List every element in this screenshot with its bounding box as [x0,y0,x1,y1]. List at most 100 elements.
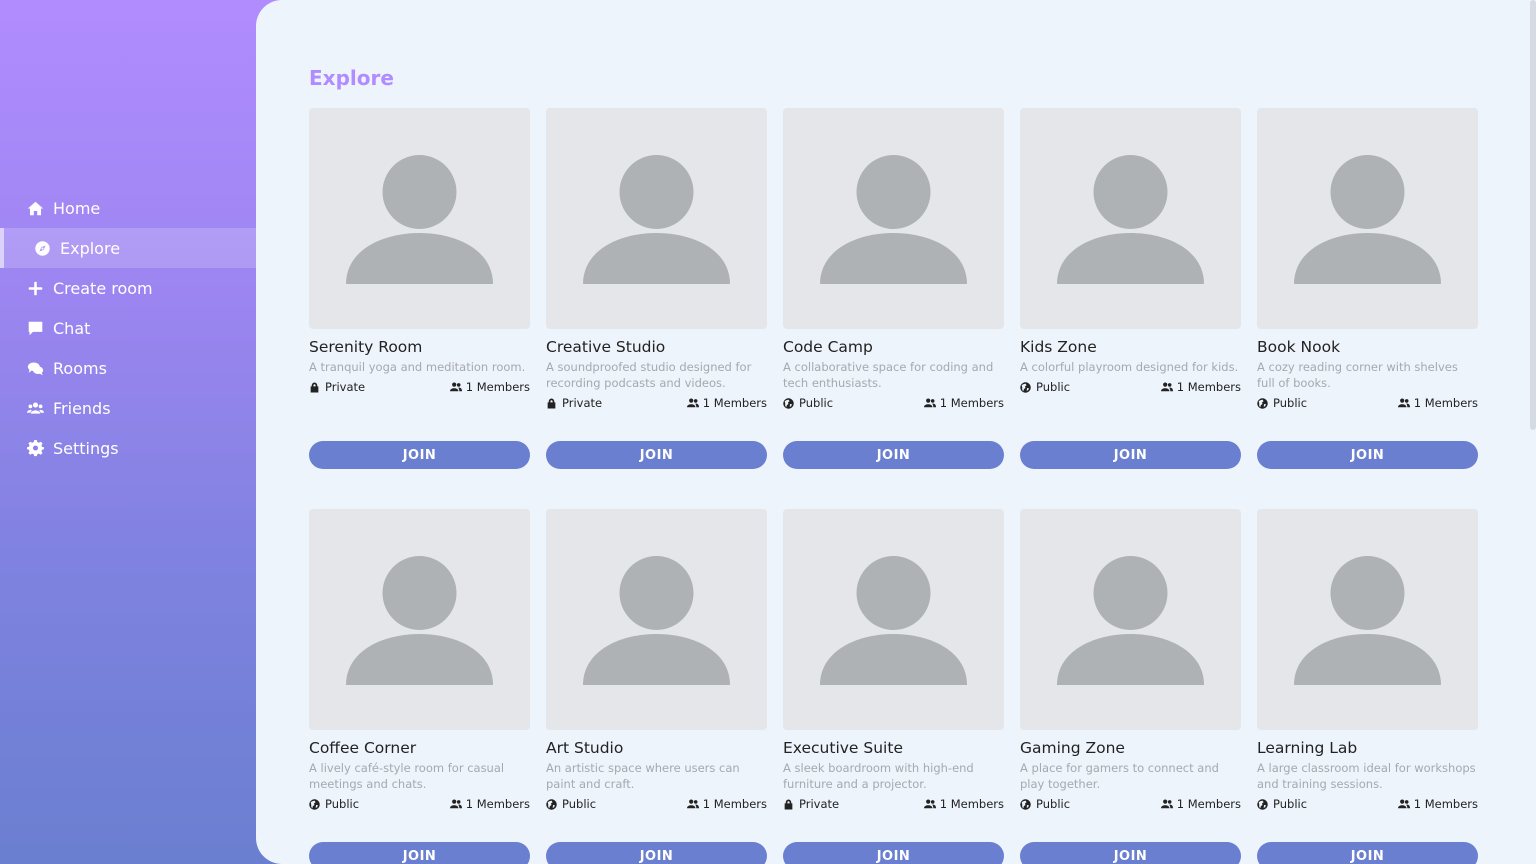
users-icon [1160,382,1173,392]
privacy-label: Public [1036,797,1071,811]
room-members: 1 Members [1397,797,1478,811]
members-count: 1 Members [1413,396,1478,410]
room-name: Executive Suite [783,739,903,757]
room-description: An artistic space where users can paint … [546,761,740,791]
members-count: 1 Members [1176,797,1241,811]
sidebar-item-label: Create room [53,278,153,298]
privacy-label: Public [562,797,597,811]
room-name: Kids Zone [1020,338,1097,356]
sidebar-item-explore[interactable]: Explore [0,228,256,268]
privacy-label: Public [1273,396,1308,410]
users-icon [1397,398,1410,408]
room-description: A soundproofed studio designed for recor… [546,360,752,390]
room-avatar [546,108,767,329]
join-button[interactable]: JOIN [309,441,530,469]
scrollbar[interactable] [1530,0,1536,430]
sidebar-item-label: Settings [53,438,119,458]
home-icon [26,199,44,217]
lock-icon [310,382,319,392]
room-meta: Public 1 Members [309,796,530,812]
users-icon [686,398,699,408]
sidebar-item-friends[interactable]: Friends [0,388,256,428]
room-card-art-studio: Art Studio An artistic space where users… [546,509,767,864]
room-members: 1 Members [1160,380,1241,394]
room-card-coffee-corner: Coffee Corner A lively café-style room f… [309,509,530,864]
room-description: A collaborative space for coding and tec… [783,360,994,390]
sidebar-nav: Home Explore Create room Chat Rooms Frie… [0,188,256,468]
room-name: Serenity Room [309,338,423,356]
room-card-learning-lab: Learning Lab A large classroom ideal for… [1257,509,1478,864]
room-name: Gaming Zone [1020,739,1125,757]
compass-icon [33,239,51,257]
room-members: 1 Members [923,396,1004,410]
sidebar-item-create-room[interactable]: Create room [0,268,256,308]
room-meta: Public 1 Members [1020,796,1241,812]
join-button[interactable]: JOIN [546,842,767,864]
globe-icon [309,798,320,810]
join-button[interactable]: JOIN [783,842,1004,864]
room-avatar [1020,509,1241,730]
comments-icon [26,359,44,377]
room-members: 1 Members [449,797,530,811]
user-placeholder-icon [1294,155,1441,284]
room-description: A sleek boardroom with high-end furnitur… [783,761,974,791]
room-grid: Serenity Room A tranquil yoga and medita… [309,108,1478,864]
users-icon [449,382,462,392]
sidebar-item-home[interactable]: Home [0,188,256,228]
members-count: 1 Members [1176,380,1241,394]
room-privacy: Public [783,396,833,410]
user-placeholder-icon [820,155,967,284]
sidebar-item-settings[interactable]: Settings [0,428,256,468]
users-icon [1397,799,1410,809]
room-card-creative-studio: Creative Studio A soundproofed studio de… [546,108,767,469]
members-count: 1 Members [702,396,767,410]
members-count: 1 Members [702,797,767,811]
room-description: A place for gamers to connect and play t… [1020,761,1219,791]
room-meta: Private 1 Members [309,379,530,395]
room-meta: Public 1 Members [546,796,767,812]
members-count: 1 Members [1413,797,1478,811]
sidebar: Home Explore Create room Chat Rooms Frie… [0,0,256,864]
room-members: 1 Members [449,380,530,394]
join-button[interactable]: JOIN [1257,842,1478,864]
join-button[interactable]: JOIN [783,441,1004,469]
room-avatar [783,108,1004,329]
room-description: A tranquil yoga and meditation room. [309,360,526,374]
room-card-serenity-room: Serenity Room A tranquil yoga and medita… [309,108,530,469]
user-placeholder-icon [1057,155,1204,284]
sidebar-item-label: Explore [60,238,121,258]
room-name: Learning Lab [1257,739,1358,757]
room-privacy: Public [1020,797,1070,811]
privacy-label: Public [1273,797,1308,811]
users-icon [449,799,462,809]
sidebar-item-label: Rooms [53,358,107,378]
room-meta: Private 1 Members [783,796,1004,812]
privacy-label: Private [325,380,366,394]
room-name: Code Camp [783,338,873,356]
sidebar-item-rooms[interactable]: Rooms [0,348,256,388]
lock-icon [547,398,556,408]
room-meta: Public 1 Members [1257,395,1478,411]
room-name: Art Studio [546,739,624,757]
user-placeholder-icon [820,556,967,685]
user-placeholder-icon [583,556,730,685]
join-button[interactable]: JOIN [1020,842,1241,864]
user-placeholder-icon [1294,556,1441,685]
globe-icon [1020,798,1031,810]
room-card-gaming-zone: Gaming Zone A place for gamers to connec… [1020,509,1241,864]
room-avatar [783,509,1004,730]
join-button[interactable]: JOIN [309,842,530,864]
members-count: 1 Members [939,396,1004,410]
join-button[interactable]: JOIN [1257,441,1478,469]
room-avatar [1020,108,1241,329]
sidebar-item-chat[interactable]: Chat [0,308,256,348]
join-button[interactable]: JOIN [1020,441,1241,469]
user-placeholder-icon [583,155,730,284]
room-privacy: Private [309,380,365,394]
join-button[interactable]: JOIN [546,441,767,469]
room-members: 1 Members [1397,396,1478,410]
room-avatar [1257,108,1478,329]
room-privacy: Public [309,797,359,811]
globe-icon [783,397,794,409]
users-icon [686,799,699,809]
